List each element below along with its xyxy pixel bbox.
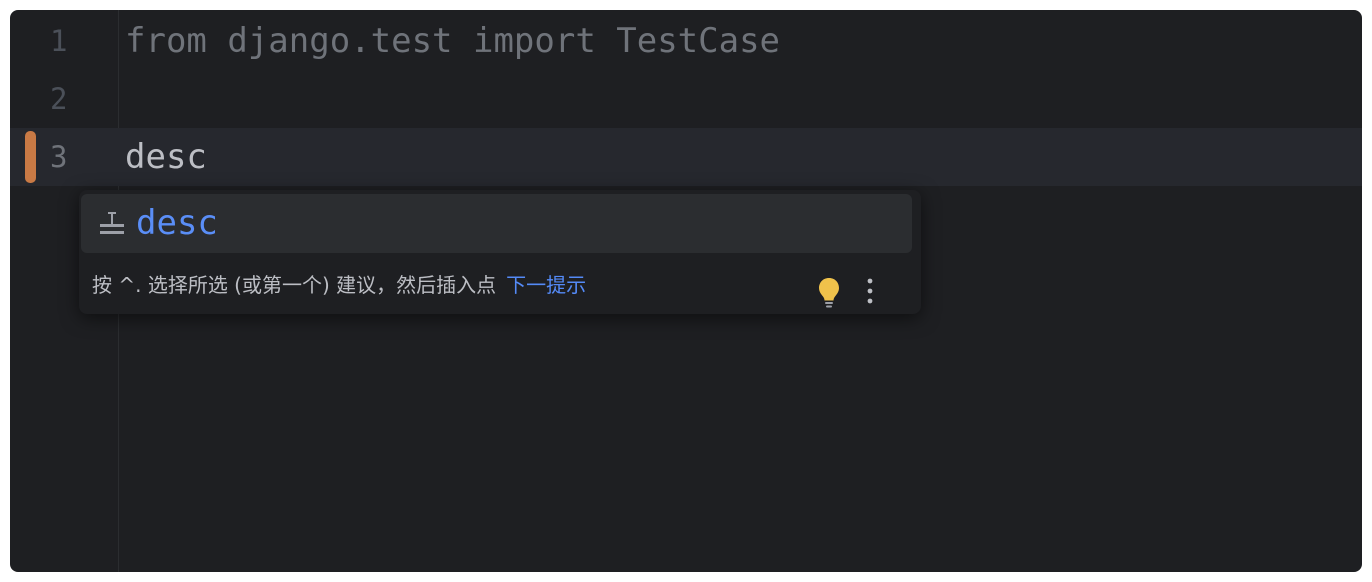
lightbulb-icon[interactable] bbox=[817, 277, 841, 309]
completion-item-label: desc bbox=[136, 203, 218, 243]
code-text[interactable]: from django.test import TestCase bbox=[125, 12, 780, 70]
next-tip-link[interactable]: 下一提示 bbox=[506, 273, 586, 297]
editor-line[interactable]: 1 from django.test import TestCase bbox=[10, 12, 1362, 70]
code-editor[interactable]: 1 from django.test import TestCase 2 3 d… bbox=[10, 10, 1362, 572]
hint-text: 按 ^. 选择所选 (或第一个) 建议，然后插入点 bbox=[92, 273, 497, 297]
completion-popup: desc 按 ^. 选择所选 (或第一个) 建议，然后插入点 下一提示 bbox=[79, 190, 921, 314]
editor-line-current[interactable]: 3 desc bbox=[10, 128, 1362, 186]
hint-bar: 按 ^. 选择所选 (或第一个) 建议，然后插入点 下一提示 bbox=[92, 268, 586, 302]
code-text[interactable]: desc bbox=[125, 128, 207, 186]
line-number: 2 bbox=[50, 82, 68, 116]
line-number: 3 bbox=[50, 140, 68, 174]
live-template-icon bbox=[100, 212, 124, 234]
more-vertical-icon[interactable] bbox=[866, 277, 874, 305]
change-marker[interactable] bbox=[25, 131, 36, 183]
line-number: 1 bbox=[50, 24, 68, 58]
editor-line[interactable]: 2 bbox=[10, 70, 1362, 128]
completion-item[interactable]: desc bbox=[81, 194, 912, 253]
